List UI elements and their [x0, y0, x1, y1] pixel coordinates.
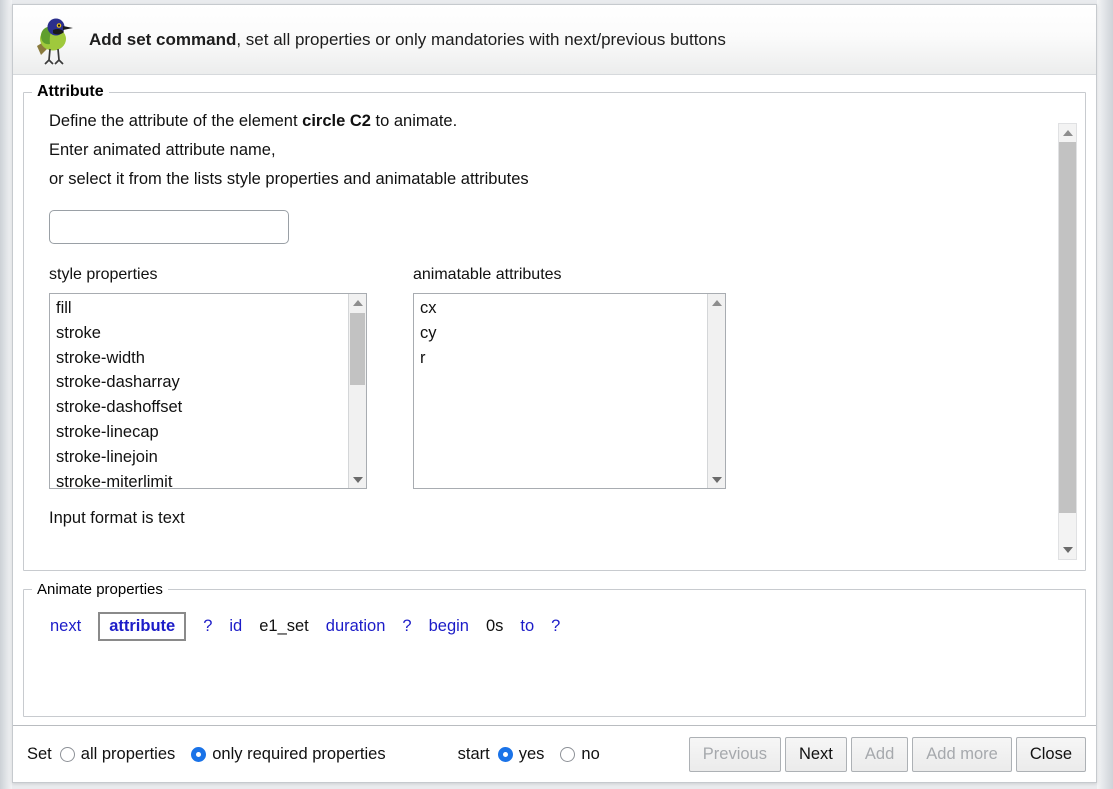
animate-properties-panel: Animate properties next attribute? id e1_se…	[23, 581, 1086, 717]
add-set-command-dialog: Add set command, set all properties or o…	[12, 4, 1097, 783]
animatable-attribute-option[interactable]: cy	[420, 321, 707, 346]
animatable-attributes-scrollbar[interactable]	[707, 294, 725, 488]
scroll-track[interactable]	[349, 311, 366, 471]
panel-scroll-down-arrow-icon[interactable]	[1059, 541, 1076, 559]
scroll-track[interactable]	[708, 311, 725, 471]
style-property-option[interactable]: stroke-miterlimit	[56, 470, 348, 488]
animate-token-attribute[interactable]: attribute	[98, 612, 186, 641]
desc-element-name: circle C2	[302, 112, 371, 130]
animatable-attribute-option[interactable]: cx	[420, 296, 707, 321]
animate-token-id[interactable]: id	[229, 617, 242, 636]
animatable-attribute-option[interactable]: r	[420, 346, 707, 371]
scroll-up-arrow-icon[interactable]	[708, 294, 725, 311]
next-button[interactable]: Next	[785, 737, 847, 772]
animate-token-[interactable]: ?	[402, 617, 411, 636]
style-property-option[interactable]: stroke-linejoin	[56, 445, 348, 470]
set-radio-group: Set all properties only required propert…	[27, 745, 402, 764]
animate-token-begin[interactable]: begin	[429, 617, 469, 636]
radio-start-no-label[interactable]: no	[581, 745, 599, 764]
desc-prefix: Define the attribute of the element	[49, 112, 302, 130]
animate-token-next[interactable]: next	[50, 617, 81, 636]
style-properties-block: style properties fillstrokestroke-widths…	[49, 266, 367, 489]
input-format-text: Input format is text	[49, 509, 1049, 528]
style-property-option[interactable]: stroke-linecap	[56, 420, 348, 445]
radio-all-properties-label[interactable]: all properties	[81, 745, 175, 764]
attribute-description-line3: or select it from the lists style proper…	[49, 165, 1049, 194]
add-button: Add	[851, 737, 908, 772]
panel-scroll-thumb[interactable]	[1059, 142, 1076, 513]
background-strip-right	[1097, 0, 1113, 789]
animate-token-duration[interactable]: duration	[326, 617, 386, 636]
lists-spacer	[367, 266, 413, 489]
start-radio-group: start yes no	[458, 745, 616, 764]
animate-token-[interactable]: ?	[203, 617, 212, 636]
radio-start-yes[interactable]	[498, 747, 513, 762]
style-properties-scrollbar[interactable]	[348, 294, 366, 488]
desc-suffix: to animate.	[371, 112, 457, 130]
animate-token-[interactable]: ?	[551, 617, 560, 636]
style-properties-options[interactable]: fillstrokestroke-widthstroke-dasharrayst…	[50, 294, 348, 488]
attribute-name-input[interactable]	[49, 210, 289, 244]
animatable-attributes-label: animatable attributes	[413, 266, 726, 284]
previous-button: Previous	[689, 737, 781, 772]
radio-all-properties[interactable]	[60, 747, 75, 762]
animate-token-to[interactable]: to	[520, 617, 534, 636]
attribute-panel-content: Define the attribute of the element circ…	[24, 101, 1085, 570]
scroll-down-arrow-icon[interactable]	[349, 471, 366, 488]
style-property-option[interactable]: stroke-width	[56, 346, 348, 371]
dialog-title-bold: Add set command	[89, 30, 236, 49]
style-property-option[interactable]: stroke-dasharray	[56, 370, 348, 395]
add-more-button: Add more	[912, 737, 1012, 772]
radio-start-yes-label[interactable]: yes	[519, 745, 545, 764]
style-property-option[interactable]: stroke-dashoffset	[56, 395, 348, 420]
footer-buttons: PreviousNextAddAdd moreClose	[685, 737, 1086, 772]
animate-token-0s[interactable]: 0s	[486, 617, 503, 636]
attribute-panel: Attribute Define the attribute of the el…	[23, 83, 1086, 571]
style-property-option[interactable]: fill	[56, 296, 348, 321]
close-button[interactable]: Close	[1016, 737, 1086, 772]
dialog-title: Add set command, set all properties or o…	[89, 30, 726, 50]
background-strip-left	[0, 0, 12, 789]
animate-token-e1_set[interactable]: e1_set	[259, 617, 309, 636]
attribute-panel-legend: Attribute	[32, 83, 109, 101]
animate-properties-tokens: next attribute? id e1_set duration? begin 0s to…	[24, 598, 1085, 641]
style-properties-listbox[interactable]: fillstrokestroke-widthstroke-dasharrayst…	[49, 293, 367, 489]
style-property-option[interactable]: stroke	[56, 321, 348, 346]
attribute-description-line1: Define the attribute of the element circ…	[49, 107, 1049, 136]
lists-row: style properties fillstrokestroke-widths…	[49, 266, 1049, 489]
animatable-attributes-block: animatable attributes cxcyr	[413, 266, 726, 489]
dialog-body: Attribute Define the attribute of the el…	[13, 75, 1096, 725]
dialog-footer: Set all properties only required propert…	[13, 725, 1096, 782]
attribute-panel-scrollbar[interactable]	[1058, 123, 1077, 560]
animatable-attributes-options[interactable]: cxcyr	[414, 294, 707, 488]
animatable-attributes-listbox[interactable]: cxcyr	[413, 293, 726, 489]
scroll-up-arrow-icon[interactable]	[349, 294, 366, 311]
radio-only-required-properties-label[interactable]: only required properties	[212, 745, 385, 764]
panel-scroll-track[interactable]	[1059, 142, 1076, 541]
radio-start-no[interactable]	[560, 747, 575, 762]
animate-properties-legend: Animate properties	[32, 581, 168, 598]
scroll-thumb[interactable]	[350, 313, 365, 385]
scroll-down-arrow-icon[interactable]	[708, 471, 725, 488]
bird-icon	[31, 14, 75, 66]
start-label: start	[458, 745, 490, 764]
style-properties-label: style properties	[49, 266, 367, 284]
radio-only-required-properties[interactable]	[191, 747, 206, 762]
set-label: Set	[27, 745, 52, 764]
panel-scroll-up-arrow-icon[interactable]	[1059, 124, 1076, 142]
dialog-title-rest: , set all properties or only mandatories…	[236, 30, 725, 49]
attribute-description-line2: Enter animated attribute name,	[49, 136, 1049, 165]
dialog-header: Add set command, set all properties or o…	[13, 5, 1096, 75]
